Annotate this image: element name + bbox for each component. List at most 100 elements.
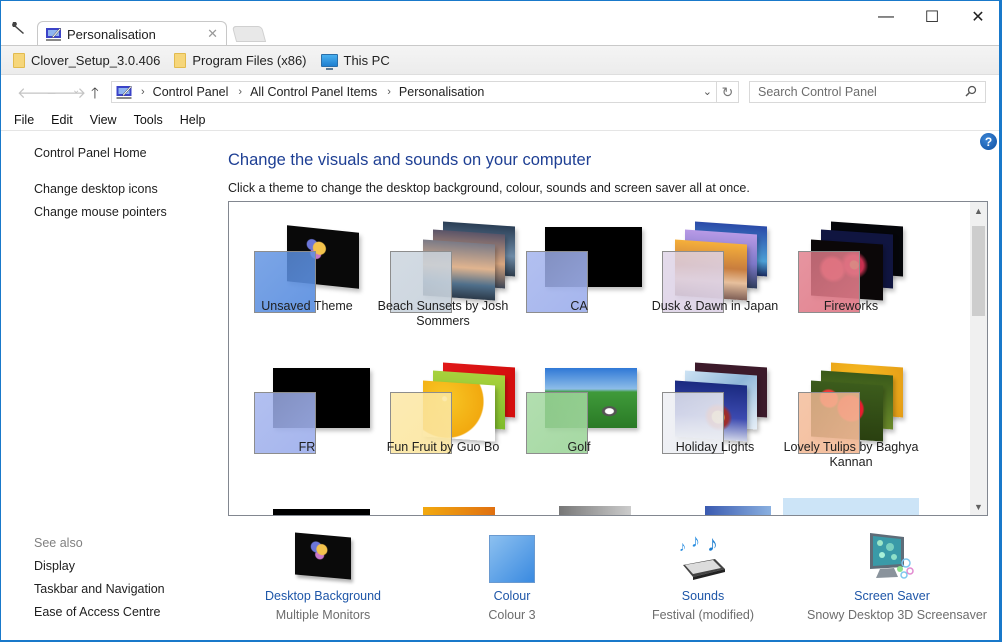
recent-locations-chevron-icon[interactable]: ⌄ [72,85,80,96]
gallery-scrollbar[interactable]: ▲ ▼ [970,202,987,515]
theme-name: Unsaved Theme [261,299,353,313]
help-icon[interactable]: ? [980,133,997,150]
theme-partial-preview[interactable] [705,506,771,515]
breadcrumb-personalisation[interactable]: Personalisation [399,85,484,99]
folder-icon [13,52,25,68]
bookmark-clover-setup[interactable]: Clover_Setup_3.0.406 [13,52,161,68]
theme-partial-preview[interactable] [423,507,495,515]
theme-name: Fireworks [823,299,879,313]
option-title: Colour [493,589,531,603]
theme-preview [511,202,647,313]
see-also-label: See also [34,536,83,550]
theme-holiday-lights[interactable]: Holiday Lights [647,340,783,480]
colour-option[interactable]: Colour Colour 3 [462,529,562,622]
sounds-option[interactable]: ♪ ♪ ♪ Sounds Festival (modified) [643,529,763,622]
bookmark-program-files[interactable]: Program Files (x86) [174,52,307,68]
menu-bar: File Edit View Tools Help [1,109,999,131]
new-tab-button[interactable] [231,26,267,42]
theme-name: Golf [567,440,591,454]
option-subtitle: Colour 3 [488,608,536,622]
theme-lovely-tulips[interactable]: Lovely Tulips by Baghya Kannan [783,340,919,480]
theme-golf[interactable]: Golf [511,340,647,480]
bookmark-label: Program Files (x86) [192,52,307,68]
theme-list: Unsaved Theme Beach Sunsets by Josh Somm… [229,202,969,515]
theme-dusk-dawn-japan[interactable]: Dusk & Dawn in Japan [647,202,783,339]
wrench-icon[interactable] [11,21,25,35]
breadcrumb-separator-icon[interactable]: › [238,86,242,98]
control-panel-icon [116,85,132,99]
option-title: Desktop Background [264,589,382,603]
theme-selected-highlight[interactable] [783,498,919,515]
bookmark-this-pc[interactable]: This PC [320,53,390,70]
breadcrumb-control-panel[interactable]: Control Panel [153,85,229,99]
svg-text:♪: ♪ [679,538,686,554]
theme-name: Dusk & Dawn in Japan [651,299,779,313]
bookmark-label: Clover_Setup_3.0.406 [31,52,161,68]
scroll-down-icon[interactable]: ▼ [970,498,987,515]
tab-title: Personalisation [67,26,156,42]
menu-view[interactable]: View [90,113,117,127]
theme-name: Holiday Lights [675,440,755,454]
scroll-up-icon[interactable]: ▲ [970,202,987,219]
breadcrumb-separator-icon[interactable]: › [141,86,145,98]
option-subtitle: Snowy Desktop 3D Screensaver [807,608,987,622]
menu-help[interactable]: Help [180,113,206,127]
tab-personalisation[interactable]: Personalisation ✕ [37,21,227,46]
ease-of-access-link[interactable]: Ease of Access Centre [34,605,160,619]
page-title: Change the visuals and sounds on your co… [228,151,592,169]
taskbar-navigation-link[interactable]: Taskbar and Navigation [34,582,165,596]
theme-preview [375,340,515,454]
up-arrow-icon[interactable]: 🡑 [91,83,99,108]
minimize-button[interactable]: — [863,5,909,29]
change-desktop-icons-link[interactable]: Change desktop icons [34,182,158,196]
close-button[interactable]: ✕ [955,5,1001,29]
scrollbar-thumb[interactable] [972,226,985,316]
address-dropdown-icon[interactable]: ⌄ [703,85,712,98]
search-box[interactable] [749,81,986,103]
theme-preview [239,340,375,454]
address-bar[interactable]: › Control Panel › All Control Panel Item… [111,81,739,103]
theme-preview [375,202,515,313]
menu-edit[interactable]: Edit [51,113,73,127]
theme-unsaved[interactable]: Unsaved Theme [239,202,375,339]
theme-ca[interactable]: CA [511,202,647,339]
svg-text:♪: ♪ [707,531,718,556]
option-title: Sounds [681,589,725,603]
menu-file[interactable]: File [14,113,34,127]
theme-partial-preview[interactable] [273,509,370,515]
search-icon[interactable] [965,85,977,97]
theme-name: Beach Sunsets by Josh Sommers [377,299,509,328]
theme-partial-preview[interactable] [559,506,631,515]
search-input[interactable] [758,85,958,99]
change-mouse-pointers-link[interactable]: Change mouse pointers [34,205,167,219]
sounds-icon: ♪ ♪ ♪ [675,529,731,585]
theme-fr[interactable]: FR [239,340,375,480]
screen-saver-option[interactable]: Screen Saver Snowy Desktop 3D Screensave… [807,529,987,622]
theme-beach-sunsets[interactable]: Beach Sunsets by Josh Sommers [375,202,515,339]
theme-preview [511,340,647,454]
colour-icon [487,529,537,585]
theme-preview [783,202,919,313]
theme-fun-fruit[interactable]: Fun Fruit by Guo Bo [375,340,515,480]
svg-text:♪: ♪ [691,531,700,551]
this-pc-icon [320,53,338,70]
theme-fireworks[interactable]: Fireworks [783,202,919,339]
tab-close-icon[interactable]: ✕ [207,26,218,42]
breadcrumb-all-items[interactable]: All Control Panel Items [250,85,377,99]
menu-tools[interactable]: Tools [134,113,163,127]
refresh-icon[interactable]: ↻ [716,82,738,102]
theme-preview [783,340,919,454]
breadcrumb-separator-icon[interactable]: › [387,86,391,98]
theme-gallery: Unsaved Theme Beach Sunsets by Josh Somm… [228,201,988,516]
screen-saver-icon [864,529,920,585]
personalisation-icon [46,27,62,41]
display-link[interactable]: Display [34,559,75,573]
theme-preview [239,202,375,313]
desktop-background-icon [293,529,353,585]
option-subtitle: Multiple Monitors [275,608,371,622]
control-panel-home-link[interactable]: Control Panel Home [34,146,147,160]
maximize-button[interactable]: ☐ [909,5,955,29]
desktop-background-option[interactable]: Desktop Background Multiple Monitors [253,529,393,622]
bookmarks-bar: Clover_Setup_3.0.406 Program Files (x86)… [1,45,999,75]
theme-name: Fun Fruit by Guo Bo [386,440,500,454]
